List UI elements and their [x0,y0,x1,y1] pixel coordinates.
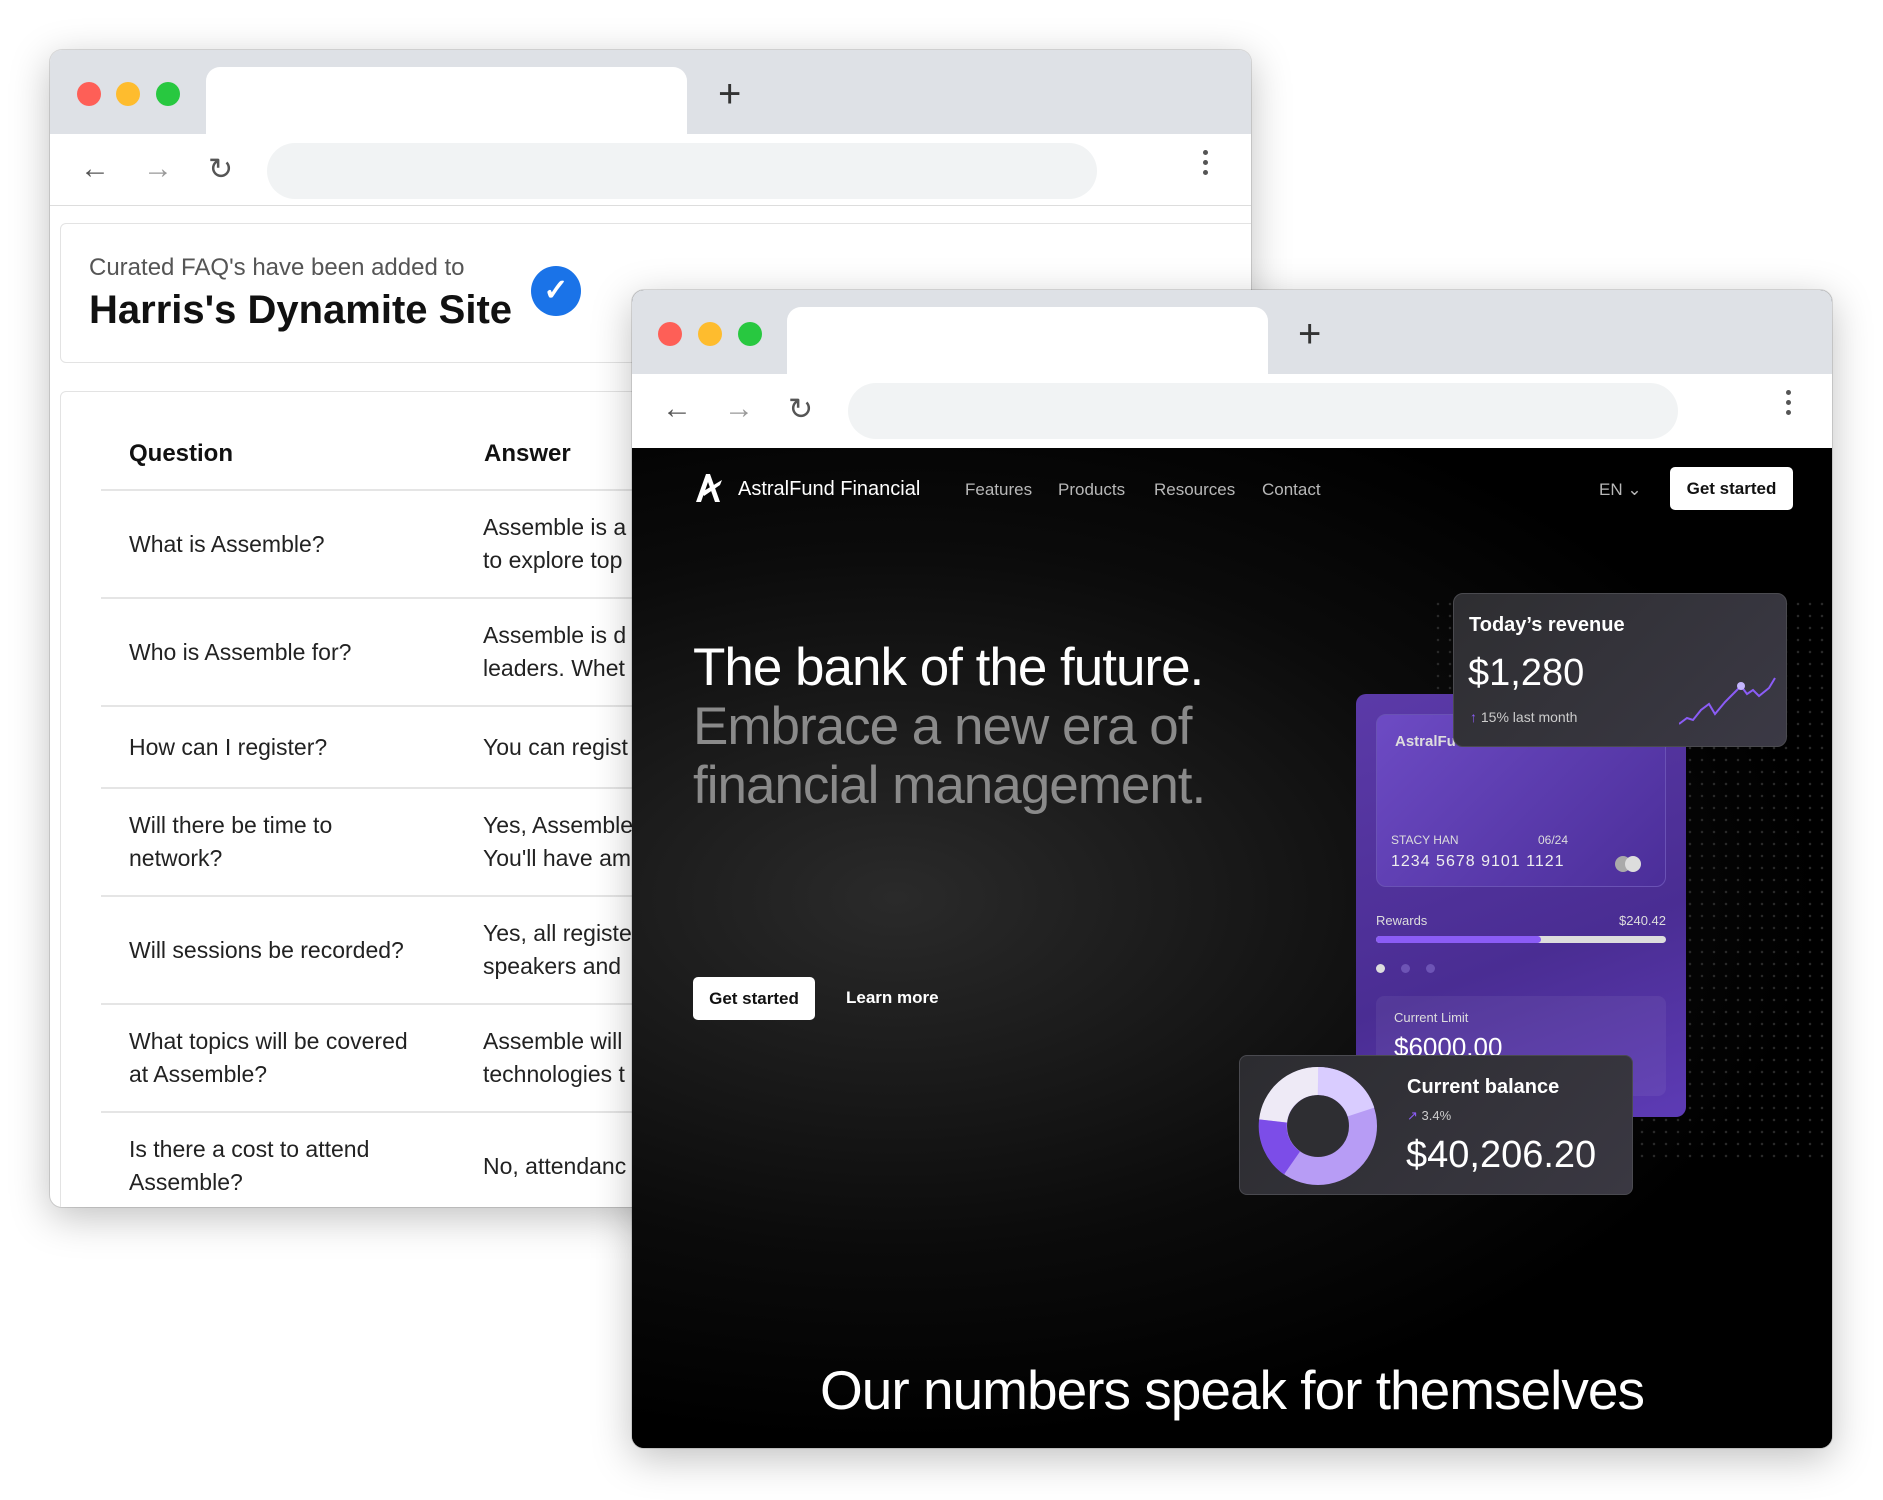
balance-card: Current balance ↗ 3.4% $40,206.20 [1239,1055,1633,1195]
language-label: EN [1599,480,1623,499]
minimize-window-button[interactable] [698,322,722,346]
nav-get-started-button[interactable]: Get started [1670,467,1793,510]
new-tab-plus-icon[interactable]: + [1298,312,1321,357]
address-bar[interactable] [267,143,1097,199]
rewards-label: Rewards [1376,913,1428,928]
card-brand: AstralFu [1395,733,1456,750]
address-bar[interactable] [848,383,1678,439]
browser-toolbar: ← → ↻ [50,134,1251,206]
forward-arrow-icon[interactable]: → [724,392,754,426]
card-network-icon [1615,856,1645,872]
answer-cell: You can regist [483,734,628,760]
answer-cell: Assemble is d leaders. Whet [483,622,627,681]
question-cell: What topics will be covered at Assemble? [129,1028,408,1087]
arrow-up-icon: ↑ [1470,709,1477,725]
learn-more-link[interactable]: Learn more [846,988,939,1008]
revenue-value: $1,280 [1468,652,1585,694]
revenue-change: ↑ 15% last month [1470,709,1577,725]
language-selector[interactable]: EN ⌄ [1599,480,1642,500]
checkmark-icon: ✓ [531,266,581,316]
astralfund-page: AstralFund Financial Features Products R… [632,448,1832,1448]
nav-contact[interactable]: Contact [1262,480,1321,500]
nav-resources[interactable]: Resources [1154,480,1235,500]
browser-tab[interactable] [787,307,1268,374]
answer-cell: Assemble will technologies t [483,1028,625,1087]
browser-tab[interactable] [206,67,687,134]
notice-subtitle: Curated FAQ's have been added to [89,254,465,281]
question-cell: How can I register? [129,734,328,760]
question-cell: Will there be time to network? [129,812,333,871]
close-window-button[interactable] [77,82,101,106]
card-expiry: 06/24 [1538,833,1569,847]
nav-products[interactable]: Products [1058,480,1125,500]
tab-strip: + [632,290,1832,374]
chevron-down-icon: ⌄ [1627,480,1642,499]
menu-kebab-icon[interactable] [1203,150,1209,175]
question-cell: Will sessions be recorded? [129,937,404,963]
site-title: Harris's Dynamite Site [89,288,513,332]
question-cell: Who is Assemble for? [129,639,352,665]
reload-icon[interactable]: ↻ [208,152,233,187]
astralfund-logo-icon [696,474,722,502]
revenue-card: Today’s revenue $1,280 ↑ 15% last month [1453,593,1787,747]
answer-cell: Yes, Assemble You'll have am [483,812,634,871]
nav-features[interactable]: Features [965,480,1032,500]
column-header-question: Question [129,440,234,467]
browser-window-astralfund: + ← → ↻ AstralFund Financial Features Pr… [632,290,1832,1448]
tab-strip: + [50,50,1251,134]
hero-line-2: Embrace a new era of [693,697,1192,756]
maximize-window-button[interactable] [738,322,762,346]
balance-value: $40,206.20 [1406,1134,1597,1176]
revenue-change-text: 15% last month [1480,709,1578,725]
column-header-answer: Answer [484,440,571,467]
reload-icon[interactable]: ↻ [788,392,813,427]
back-arrow-icon[interactable]: ← [80,152,110,186]
menu-kebab-icon[interactable] [1786,390,1792,415]
rewards-progress-bar [1376,936,1666,943]
back-arrow-icon[interactable]: ← [662,392,692,426]
brand-name[interactable]: AstralFund Financial [738,478,920,501]
minimize-window-button[interactable] [116,82,140,106]
carousel-dots[interactable] [1376,964,1435,973]
maximize-window-button[interactable] [156,82,180,106]
browser-toolbar: ← → ↻ [632,374,1832,448]
answer-cell: Assemble is a to explore top [483,514,627,573]
hero-line-3: financial management. [693,756,1206,815]
hero-get-started-button[interactable]: Get started [693,977,815,1020]
question-cell: Is there a cost to attend Assemble? [129,1136,370,1195]
rewards-progress-fill [1376,936,1542,943]
hero-heading: The bank of the future. Embrace a new er… [693,638,1206,815]
rewards-value: $240.42 [1619,913,1666,928]
balance-change-text: 3.4% [1421,1108,1452,1123]
new-tab-plus-icon[interactable]: + [718,72,741,117]
question-cell: What is Assemble? [129,531,325,557]
limit-label: Current Limit [1394,1010,1469,1025]
card-number: 1234 5678 9101 1121 [1391,853,1565,870]
card-holder: STACY HAN [1391,833,1459,847]
credit-card-panel: AstralFu STACY HAN 06/24 1234 5678 9101 … [1356,694,1686,1117]
balance-donut-chart [1258,1066,1377,1185]
hero-line-1: The bank of the future. [693,638,1204,697]
section-heading: Our numbers speak for themselves [820,1359,1645,1421]
balance-change: ↗ 3.4% [1407,1108,1451,1124]
revenue-title: Today’s revenue [1469,614,1625,636]
balance-title: Current balance [1407,1076,1560,1098]
revenue-sparkline [1679,677,1776,725]
close-window-button[interactable] [658,322,682,346]
forward-arrow-icon[interactable]: → [143,152,173,186]
answer-cell: Yes, all registe speakers and [483,920,632,979]
answer-cell: No, attendanc [483,1153,627,1179]
trend-up-icon: ↗ [1407,1108,1418,1123]
